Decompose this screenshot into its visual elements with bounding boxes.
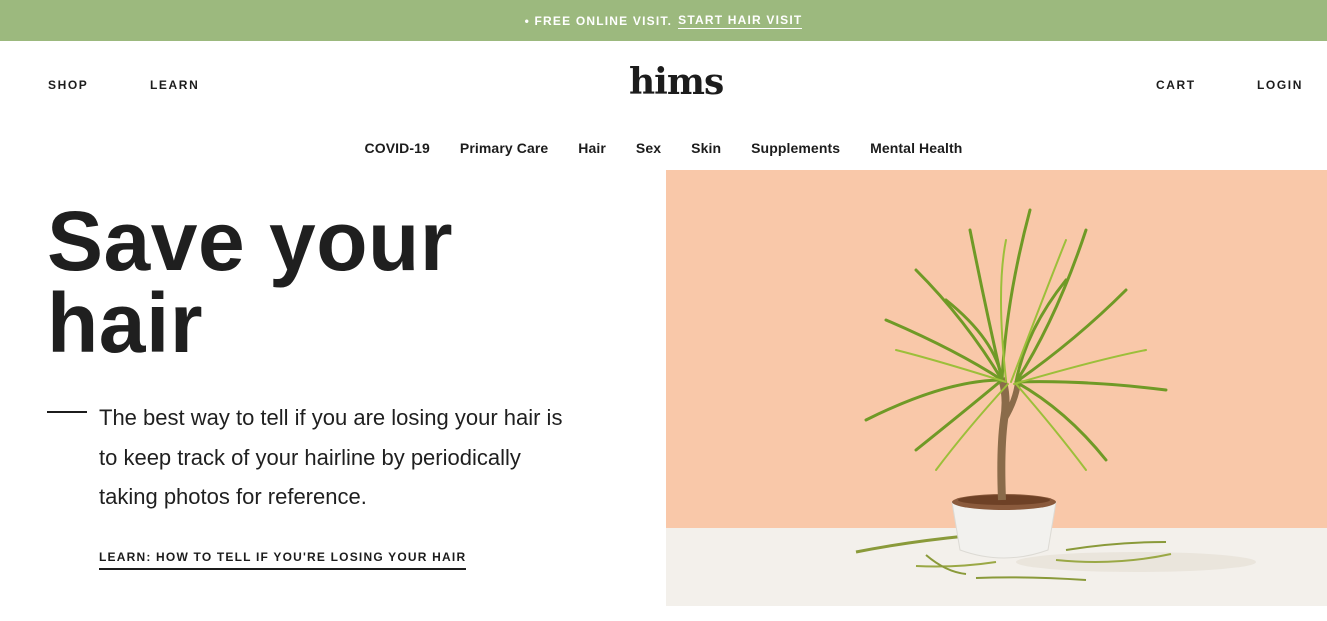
hims-logo[interactable]: hims	[629, 61, 724, 103]
nav-item-primary-care[interactable]: Primary Care	[460, 140, 548, 156]
hero-title: Save your hair	[47, 199, 567, 365]
hero-description: The best way to tell if you are losing y…	[99, 405, 563, 509]
nav-item-supplements[interactable]: Supplements	[751, 140, 840, 156]
nav-item-hair[interactable]: Hair	[578, 140, 606, 156]
start-hair-visit-link[interactable]: START HAIR VISIT	[678, 13, 803, 29]
promo-text: • FREE ONLINE VISIT.	[524, 13, 673, 28]
hero-title-line-1: Save your	[47, 194, 454, 288]
nav-item-sex[interactable]: Sex	[636, 140, 661, 156]
learn-menu-link[interactable]: LEARN	[150, 78, 199, 92]
promo-banner: • FREE ONLINE VISIT. START HAIR VISIT	[0, 0, 1327, 41]
potted-plant-illustration	[666, 170, 1327, 606]
login-link[interactable]: LOGIN	[1257, 78, 1303, 92]
category-nav: COVID-19 Primary Care Hair Sex Skin Supp…	[0, 140, 1327, 156]
nav-item-covid-19[interactable]: COVID-19	[365, 140, 430, 156]
shop-menu-link[interactable]: SHOP	[48, 78, 88, 92]
nav-item-mental-health[interactable]: Mental Health	[870, 140, 962, 156]
nav-item-skin[interactable]: Skin	[691, 140, 721, 156]
cart-link[interactable]: CART	[1156, 78, 1196, 92]
hero-divider	[47, 411, 87, 413]
hero-plant-image	[666, 170, 1327, 606]
learn-hair-loss-link[interactable]: LEARN: HOW TO TELL IF YOU'RE LOSING YOUR…	[99, 550, 467, 570]
hero-title-line-2: hair	[47, 276, 204, 370]
